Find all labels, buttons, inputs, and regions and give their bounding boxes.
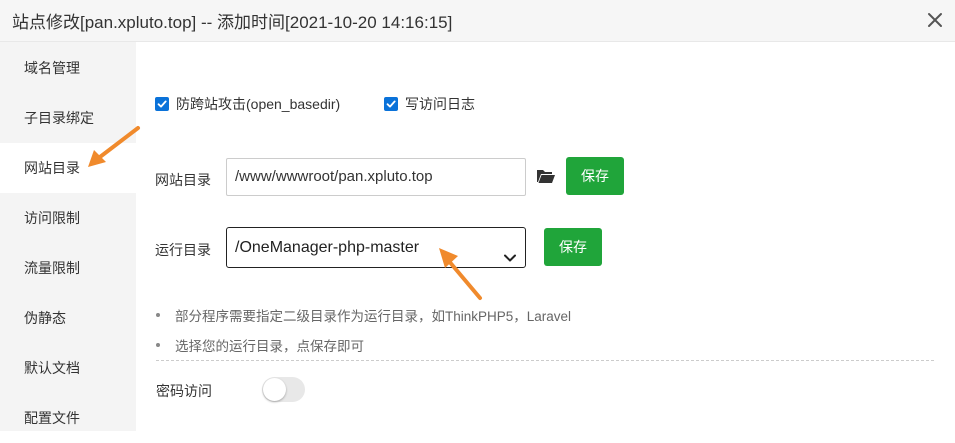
run-dir-select[interactable]: /OneManager-php-master [226,227,526,268]
access-log-checkbox[interactable]: 写访问日志 [384,94,475,114]
sidebar-item-label: 流量限制 [24,260,80,276]
folder-open-icon[interactable] [536,167,556,185]
sidebar-item-label: 访问限制 [24,210,80,226]
sidebar-item-default-doc[interactable]: 默认文档 [0,343,136,393]
sidebar-item-label: 配置文件 [24,410,80,426]
sidebar-item-label: 伪静态 [24,310,66,326]
sidebar-item-subdir[interactable]: 子目录绑定 [0,93,136,143]
bullet-icon [156,313,160,318]
run-dir-selected-value: /OneManager-php-master [235,239,420,256]
sidebar-item-label: 域名管理 [24,60,80,76]
checkbox-checked-icon [155,97,169,111]
chevron-down-icon [503,241,517,280]
bullet-icon [156,343,160,348]
checkbox-checked-icon [384,97,398,111]
sidebar-item-traffic-limit[interactable]: 流量限制 [0,243,136,293]
divider [156,360,934,361]
save-run-dir-button[interactable]: 保存 [544,228,602,266]
password-access-label: 密码访问 [156,383,212,399]
sidebar-item-config-file[interactable]: 配置文件 [0,393,136,443]
site-dir-input[interactable]: /www/wwwroot/pan.xpluto.top [226,158,526,196]
sidebar-item-label: 网站目录 [24,160,80,176]
sidebar-item-domain[interactable]: 域名管理 [0,43,136,93]
run-dir-label: 运行目录 [155,242,211,258]
site-dir-label: 网站目录 [155,172,211,188]
title-bar: 站点修改[pan.xpluto.top] -- 添加时间[2021-10-20 … [0,0,955,42]
sidebar-item-site-dir[interactable]: 网站目录 [0,143,136,193]
password-access-toggle[interactable] [262,377,305,402]
checkbox-label: 写访问日志 [405,96,475,112]
sidebar-item-label: 默认文档 [24,360,80,376]
tip-item: 部分程序需要指定二级目录作为运行目录，如ThinkPHP5，Laravel [156,305,571,325]
close-icon[interactable] [921,6,949,34]
sidebar-item-rewrite[interactable]: 伪静态 [0,293,136,343]
checkbox-label: 防跨站攻击(open_basedir) [176,96,341,112]
toggle-knob [263,378,286,401]
open-basedir-checkbox[interactable]: 防跨站攻击(open_basedir) [155,94,340,114]
main-panel: 防跨站攻击(open_basedir) 写访问日志 网站目录 /www/wwwr… [136,42,955,431]
tip-item: 选择您的运行目录，点保存即可 [156,335,364,355]
sidebar-item-access-limit[interactable]: 访问限制 [0,193,136,243]
sidebar: 域名管理 子目录绑定 网站目录 访问限制 流量限制 伪静态 默认文档 配置文件 [0,42,136,431]
dialog-title: 站点修改[pan.xpluto.top] -- 添加时间[2021-10-20 … [12,13,453,32]
sidebar-item-label: 子目录绑定 [24,110,94,126]
save-site-dir-button[interactable]: 保存 [566,157,624,195]
